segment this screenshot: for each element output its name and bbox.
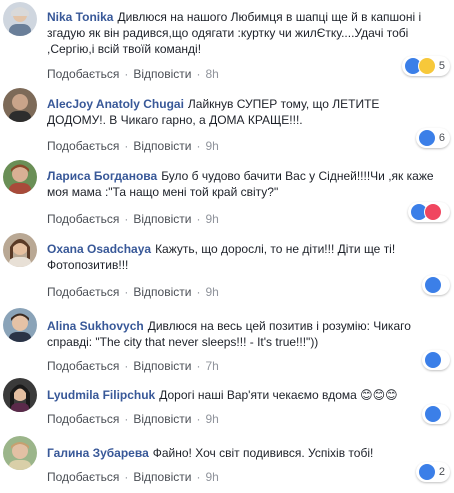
separator: · <box>124 285 129 299</box>
reply-link[interactable]: Відповісти <box>133 139 191 153</box>
reply-link[interactable]: Відповісти <box>133 412 191 426</box>
reply-link[interactable]: Відповісти <box>133 359 191 373</box>
comment-text: Файно! Хоч світ подивився. Успіхів тобі! <box>152 446 374 460</box>
avatar[interactable] <box>3 2 37 36</box>
comment-actions: Подобається · Відповісти · 9h <box>47 470 219 484</box>
haha-reaction-icon <box>417 57 436 75</box>
like-link[interactable]: Подобається <box>47 212 119 226</box>
reaction-summary[interactable]: 2 <box>415 462 450 482</box>
comment-actions: Подобається · Відповісти · 9h <box>47 412 219 426</box>
comment-time[interactable]: 7h <box>205 359 218 373</box>
like-reaction-icon <box>417 129 436 147</box>
like-link[interactable]: Подобається <box>47 470 119 484</box>
comment-body: Oxana Osadchaya Кажуть, що дорослі, то не… <box>47 241 437 273</box>
reply-link[interactable]: Відповісти <box>133 67 191 81</box>
like-link[interactable]: Подобається <box>47 359 119 373</box>
reaction-summary[interactable] <box>408 202 450 222</box>
avatar[interactable] <box>3 88 37 122</box>
reaction-count: 5 <box>438 60 445 72</box>
separator: · <box>196 212 201 226</box>
separator: · <box>124 67 129 81</box>
comment-time[interactable]: 9h <box>205 212 218 226</box>
comment-actions: Подобається · Відповісти · 9h <box>47 139 219 153</box>
reaction-summary[interactable] <box>422 275 450 295</box>
reaction-summary[interactable]: 6 <box>415 128 450 148</box>
separator: · <box>196 470 201 484</box>
comment-body: Alina Sukhovych Дивлюся на весь цей позит… <box>47 318 437 350</box>
comment-author[interactable]: Lyudmila Filipchuk <box>47 388 155 402</box>
comment-author[interactable]: Alina Sukhovych <box>47 319 144 333</box>
like-link[interactable]: Подобається <box>47 67 119 81</box>
comment-time[interactable]: 8h <box>205 67 218 81</box>
separator: · <box>196 139 201 153</box>
like-reaction-icon <box>424 276 442 294</box>
comment-actions: Подобається · Відповісти · 7h <box>47 359 219 373</box>
separator: · <box>196 285 201 299</box>
avatar[interactable] <box>3 378 37 412</box>
reaction-count: 2 <box>438 466 445 478</box>
like-reaction-icon <box>424 351 442 369</box>
avatar[interactable] <box>3 308 37 342</box>
comment-body: Лариса Богданова Було б чудово бачити Вас… <box>47 168 437 200</box>
separator: · <box>196 359 201 373</box>
separator: · <box>124 212 129 226</box>
comment-author[interactable]: AlecJoy Anatoly Chugai <box>47 97 184 111</box>
like-link[interactable]: Подобається <box>47 139 119 153</box>
comment-time[interactable]: 9h <box>205 285 218 299</box>
separator: · <box>124 470 129 484</box>
comment-time[interactable]: 9h <box>205 412 218 426</box>
separator: · <box>196 67 201 81</box>
comment-body: Nika Tonika Дивлюся на нашого Любимця в ш… <box>47 9 437 57</box>
like-reaction-icon <box>417 463 436 481</box>
like-link[interactable]: Подобається <box>47 412 119 426</box>
separator: · <box>124 359 129 373</box>
comment-author[interactable]: Лариса Богданова <box>47 169 157 183</box>
comment-actions: Подобається · Відповісти · 9h <box>47 212 219 226</box>
separator: · <box>124 139 129 153</box>
separator: · <box>196 412 201 426</box>
avatar[interactable] <box>3 160 37 194</box>
reply-link[interactable]: Відповісти <box>133 212 191 226</box>
comment-time[interactable]: 9h <box>205 470 218 484</box>
love-reaction-icon <box>424 203 442 221</box>
reaction-count: 6 <box>438 132 445 144</box>
avatar[interactable] <box>3 233 37 267</box>
comment-actions: Подобається · Відповісти · 9h <box>47 285 219 299</box>
comment-actions: Подобається · Відповісти · 8h <box>47 67 219 81</box>
comment-body: AlecJoy Anatoly Chugai Лайкнув СУПЕР тому… <box>47 96 437 128</box>
comment-body: Галина Зубарева Файно! Хоч світ подивився… <box>47 445 437 461</box>
like-reaction-icon <box>424 405 442 423</box>
reaction-summary[interactable] <box>422 404 450 424</box>
reply-link[interactable]: Відповісти <box>133 470 191 484</box>
comment-author[interactable]: Oxana Osadchaya <box>47 242 151 256</box>
avatar[interactable] <box>3 436 37 470</box>
separator: · <box>124 412 129 426</box>
comment-body: Lyudmila Filipchuk Дорогі наші Вар'яти че… <box>47 387 437 403</box>
comment-time[interactable]: 9h <box>205 139 218 153</box>
reply-link[interactable]: Відповісти <box>133 285 191 299</box>
comment-author[interactable]: Галина Зубарева <box>47 446 149 460</box>
comment-text: Дорогі наші Вар'яти чекаємо вдома 😊😊😊 <box>159 388 398 402</box>
comment-author[interactable]: Nika Tonika <box>47 10 113 24</box>
reaction-summary[interactable] <box>422 350 450 370</box>
reaction-summary[interactable]: 5 <box>401 56 450 76</box>
like-link[interactable]: Подобається <box>47 285 119 299</box>
